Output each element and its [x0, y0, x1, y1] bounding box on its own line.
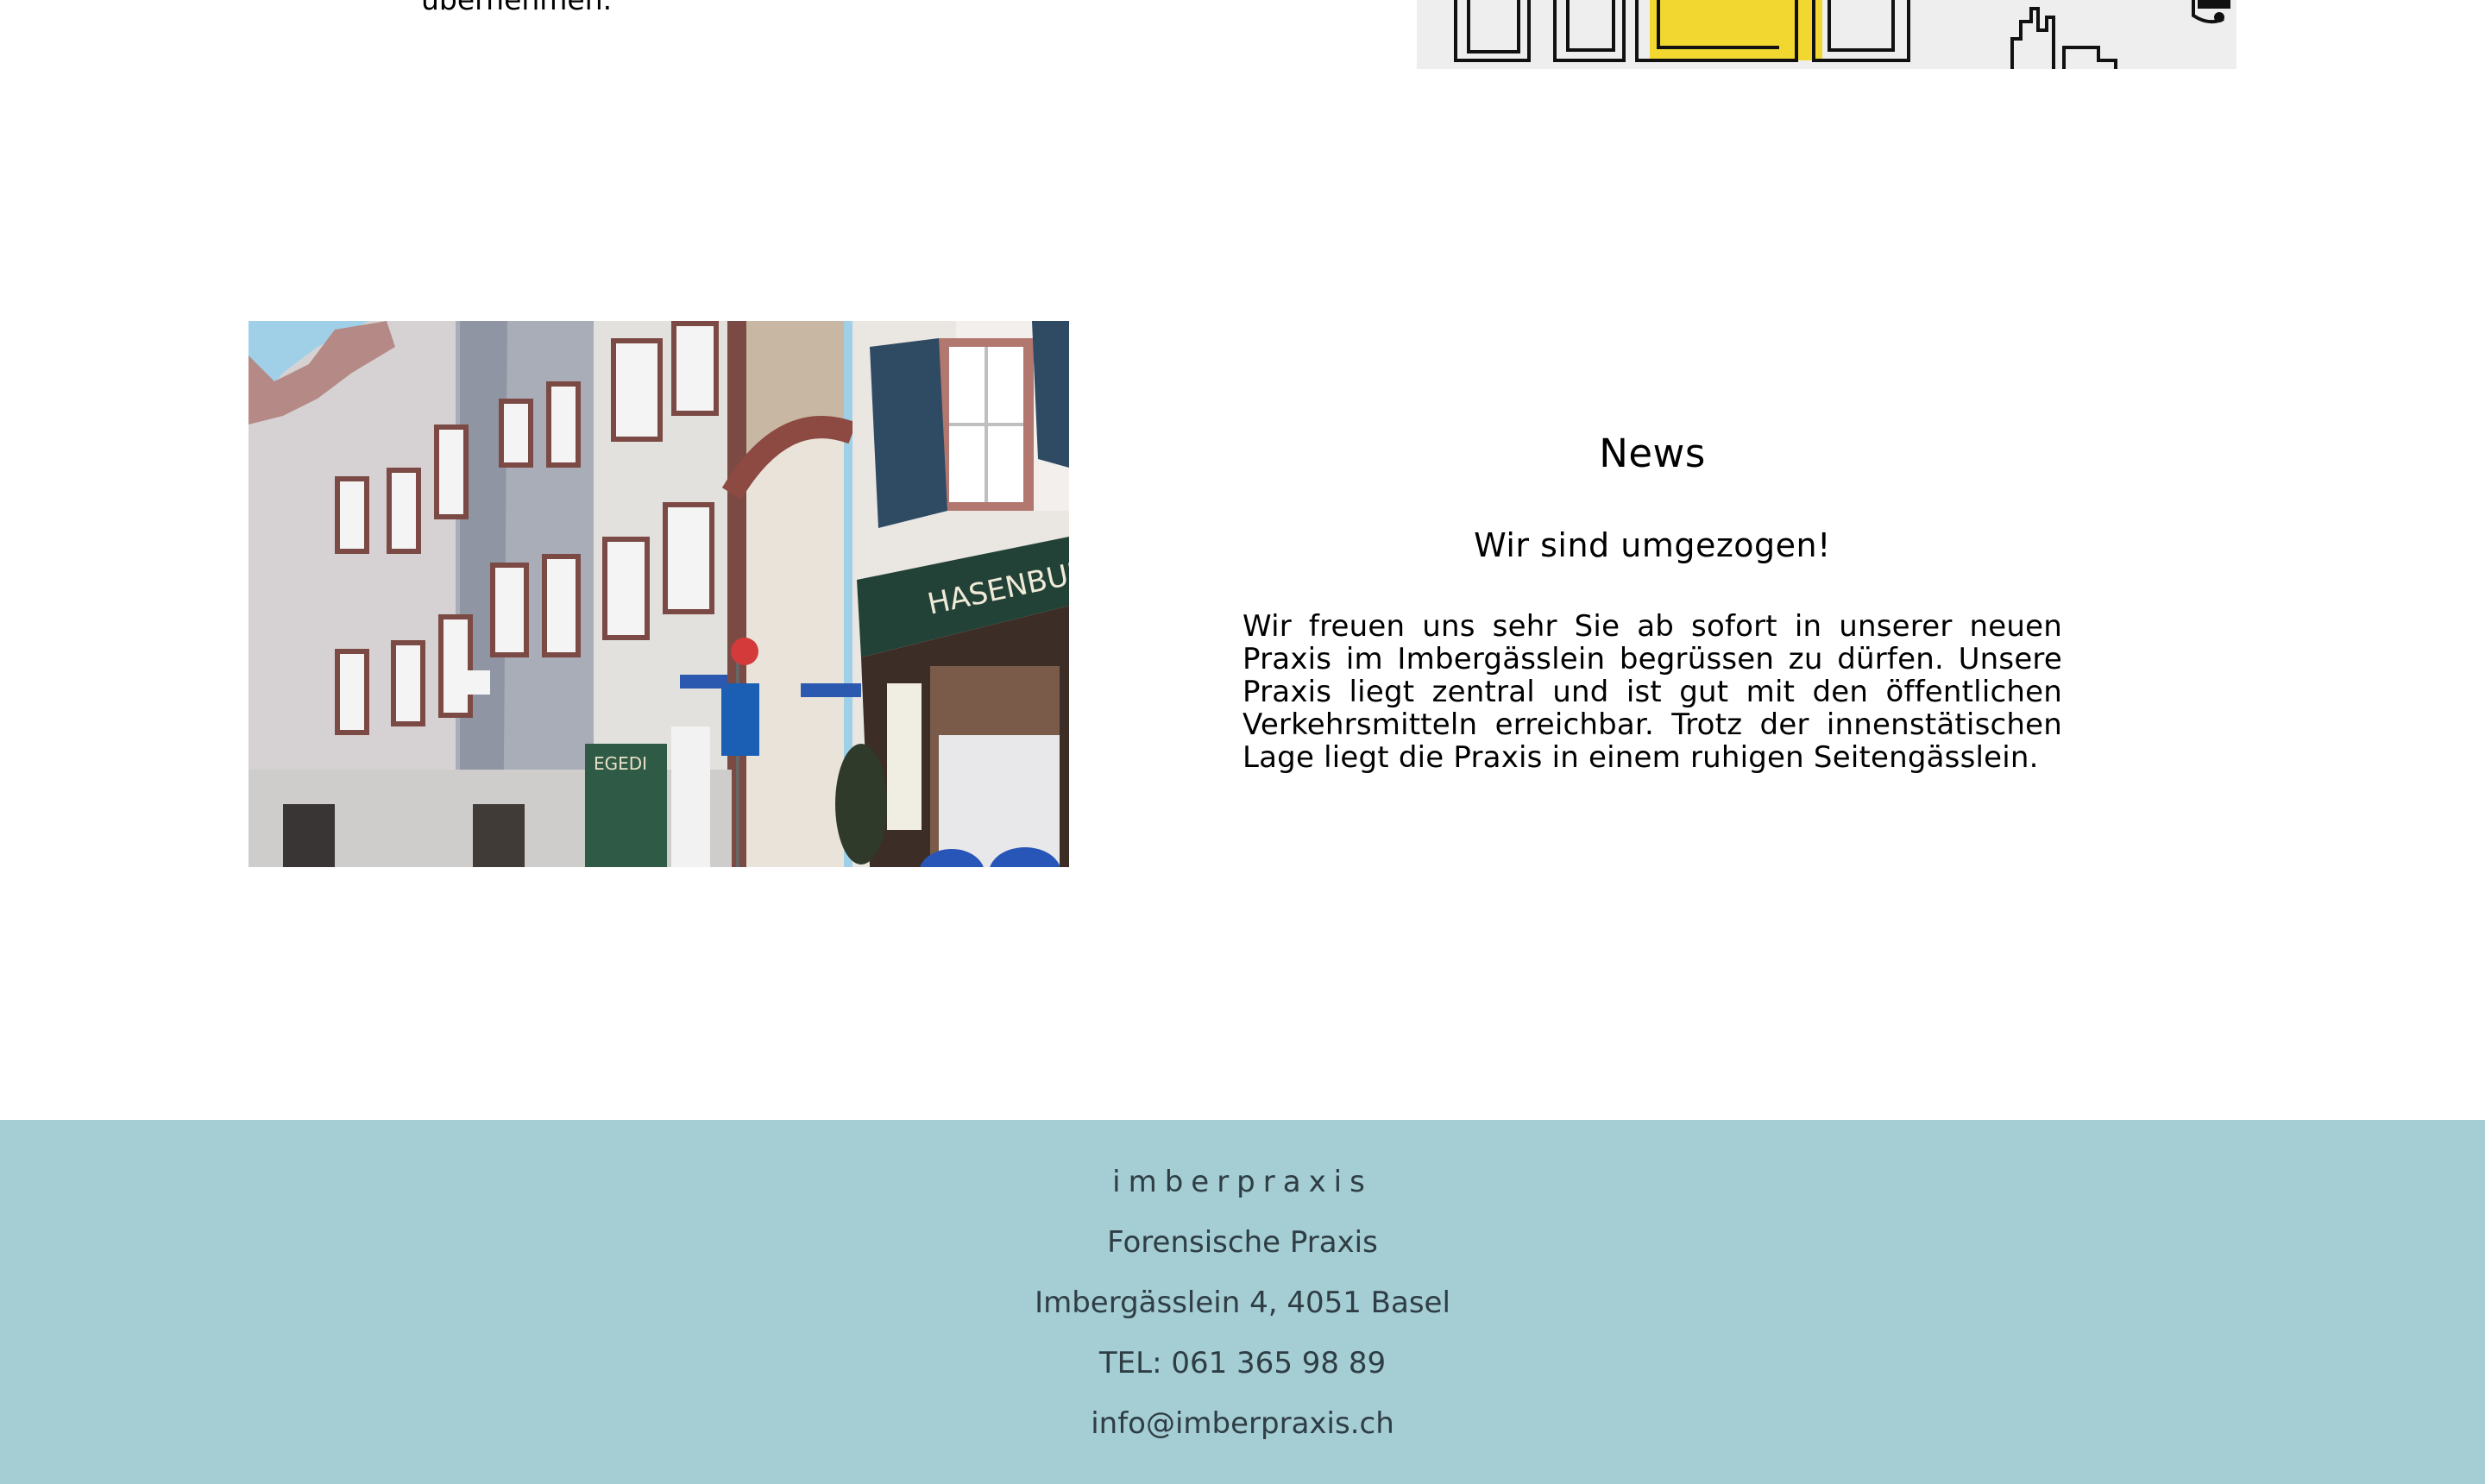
previous-section-text: übernehmen. — [421, 0, 612, 17]
footer-subtitle: Forensische Praxis — [1107, 1225, 1378, 1260]
news-body: Wir freuen uns sehr Sie ab sofort in uns… — [1242, 609, 2062, 775]
page: übernehmen. — [0, 0, 2485, 1484]
footer-address: Imbergässlein 4, 4051 Basel — [1035, 1286, 1450, 1320]
store-sign-text: EGEDI — [594, 753, 647, 774]
street-photo: HASENBUR EGEDI — [248, 321, 1069, 867]
news-section: News Wir sind umgezogen! Wir freuen uns … — [1242, 423, 2062, 774]
footer-phone[interactable]: TEL: 061 365 98 89 — [0, 1342, 2485, 1385]
news-heading: News — [1599, 431, 1706, 476]
footer-brand: imberpraxis — [1112, 1165, 1373, 1199]
footer-email-link[interactable]: info@imberpraxis.ch — [0, 1402, 2485, 1445]
footer: imberpraxis Forensische Praxis Imbergäss… — [0, 1120, 2485, 1484]
artwork-image — [1417, 0, 2236, 69]
news-subheading: Wir sind umgezogen! — [1474, 526, 1831, 564]
